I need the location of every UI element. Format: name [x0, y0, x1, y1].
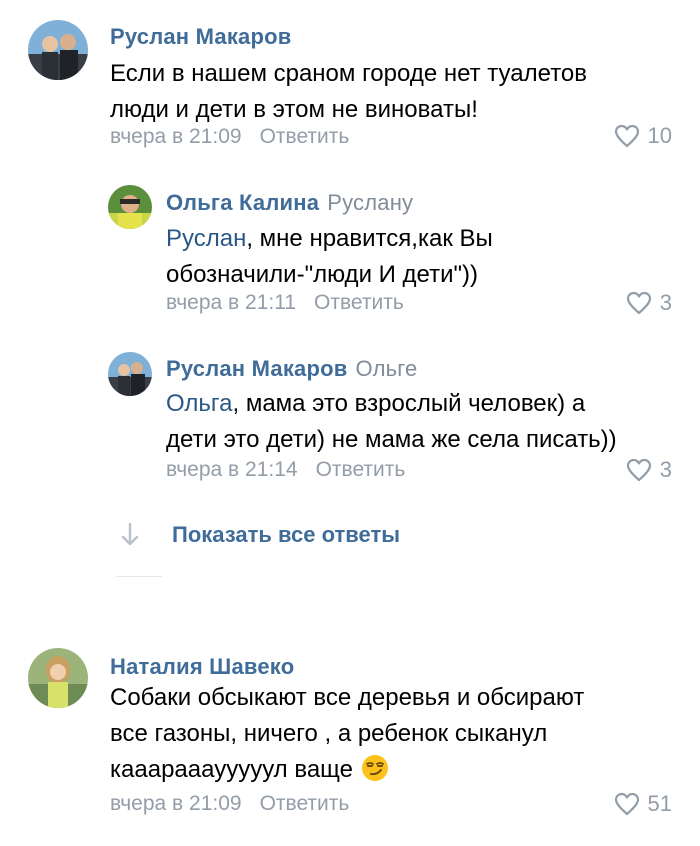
heart-outline-icon [626, 458, 652, 482]
comment-meta: вчера в 21:11 Ответить [166, 291, 404, 315]
show-all-replies-button[interactable]: Показать все ответы [118, 520, 400, 550]
comment-time: вчера в 21:11 [166, 291, 297, 314]
comment-line-rest: , мама это взрослый человек) а [232, 390, 586, 417]
comments-page: Руслан Макаров Если в нашем сраном город… [0, 0, 700, 846]
avatar[interactable] [28, 648, 88, 708]
comment-time: вчера в 21:14 [166, 458, 298, 481]
comment-time: вчера в 21:09 [110, 125, 242, 148]
show-all-replies-label: Показать все ответы [172, 522, 401, 547]
comment-line: люди и дети в этом не виноваты! [110, 96, 478, 123]
comment-author: Ольга Калина Руслану [166, 190, 413, 216]
reply-to-label[interactable]: Руслану [327, 190, 413, 215]
author-name[interactable]: Руслан Макаров [166, 356, 348, 381]
comment-text: Если в нашем сраном городе нет туалетов … [110, 56, 587, 128]
comment-meta: вчера в 21:14 Ответить [166, 458, 405, 482]
avatar[interactable] [28, 20, 88, 80]
comment-author: Руслан Макаров Ольге [166, 356, 417, 382]
reply-to-label[interactable]: Ольге [356, 356, 418, 381]
author-name[interactable]: Руслан Макаров [110, 24, 292, 49]
reply-button[interactable]: Ответить [314, 291, 404, 314]
comment-line-text: кааараааууууул ваще [110, 756, 353, 783]
reply-button[interactable]: Ответить [260, 792, 350, 815]
like-button[interactable]: 3 [626, 457, 672, 483]
reply-button[interactable]: Ответить [260, 125, 350, 148]
like-count: 51 [647, 791, 672, 816]
comment-line: Ольга, мама это взрослый человек) а [166, 386, 617, 422]
comment-line: кааараааууууул ваще [110, 752, 584, 788]
comment-line: обозначили-"люди И дети")) [166, 261, 479, 288]
like-button[interactable]: 10 [614, 123, 672, 149]
author-name[interactable]: Наталия Шавеко [110, 654, 294, 679]
author-name[interactable]: Ольга Калина [166, 190, 319, 215]
mention-link[interactable]: Ольга [166, 390, 232, 417]
like-button[interactable]: 3 [626, 290, 672, 316]
arrow-down-icon [118, 520, 142, 550]
like-button[interactable]: 51 [614, 791, 672, 817]
comment-line: Если в нашем сраном городе нет туалетов [110, 60, 588, 87]
mention-link[interactable]: Руслан [166, 225, 246, 252]
comment-meta: вчера в 21:09 Ответить [110, 792, 349, 816]
comment-text: Собаки обсыкают все деревья и обсирают в… [110, 680, 584, 788]
comment-author[interactable]: Руслан Макаров [110, 24, 292, 50]
comment-text: Ольга, мама это взрослый человек) а дети… [166, 386, 617, 458]
like-count: 3 [659, 457, 672, 482]
comment-line: дети это дети) не мама же села писать)) [166, 426, 617, 453]
comment-line: Руслан, мне нравится,как Вы [166, 221, 493, 257]
comment-line: все газоны, ничего , а ребенок сыканул [110, 720, 548, 747]
reply-button[interactable]: Ответить [316, 458, 406, 481]
heart-outline-icon [614, 124, 640, 148]
comment-author[interactable]: Наталия Шавеко [110, 654, 294, 680]
comment-text: Руслан, мне нравится,как Вы обозначили-"… [166, 221, 493, 293]
heart-outline-icon [626, 291, 652, 315]
smirking-face-emoji [361, 754, 389, 782]
comment-line: Собаки обсыкают все деревья и обсирают [110, 684, 585, 711]
divider [116, 576, 162, 577]
comment-meta: вчера в 21:09 Ответить [110, 125, 349, 149]
avatar[interactable] [108, 185, 152, 229]
avatar[interactable] [108, 352, 152, 396]
heart-outline-icon [614, 792, 640, 816]
like-count: 10 [647, 123, 672, 148]
comment-line-rest: , мне нравится,как Вы [246, 225, 493, 252]
comment-time: вчера в 21:09 [110, 792, 242, 815]
like-count: 3 [659, 290, 672, 315]
